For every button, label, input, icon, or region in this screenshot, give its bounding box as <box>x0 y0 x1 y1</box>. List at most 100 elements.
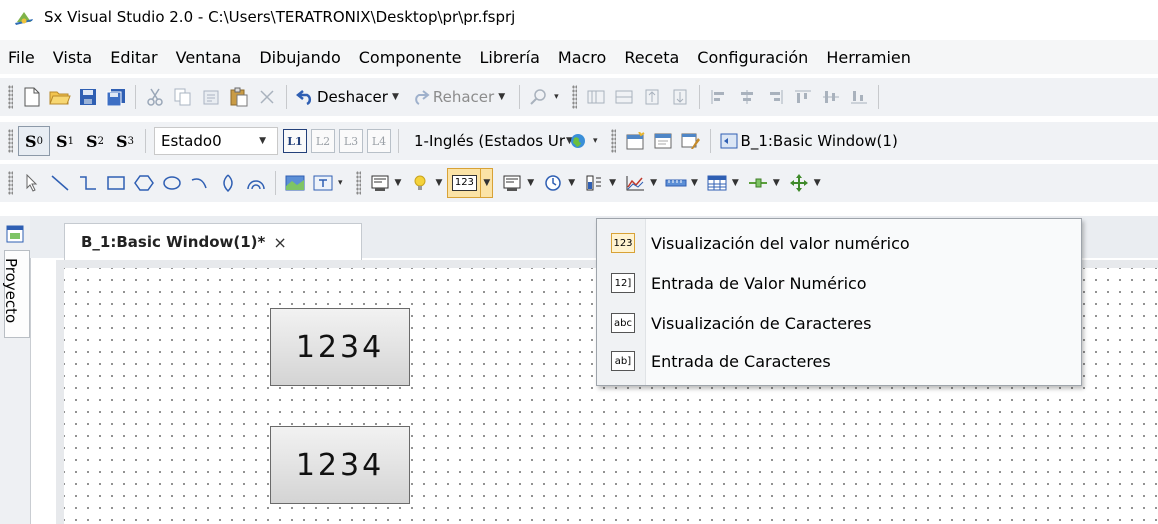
menu-editar[interactable]: Editar <box>101 48 166 67</box>
chevron-down-icon[interactable]: ▼ <box>435 178 442 188</box>
numeric-display-component[interactable]: 1234 <box>270 426 410 504</box>
state-2-button[interactable]: S2 <box>80 127 110 155</box>
state-1-button[interactable]: S1 <box>50 127 80 155</box>
curve-icon[interactable] <box>214 169 242 197</box>
arc-icon[interactable] <box>186 169 214 197</box>
new-window-icon[interactable] <box>621 127 649 155</box>
align-center-icon[interactable] <box>733 83 761 111</box>
align-left-icon[interactable] <box>705 83 733 111</box>
button-component-icon[interactable] <box>366 169 394 197</box>
toolbar-overflow-icon[interactable]: ▾ <box>593 136 598 146</box>
group-icon[interactable] <box>582 83 610 111</box>
ruler-icon[interactable] <box>662 169 690 197</box>
bring-front-icon[interactable] <box>638 83 666 111</box>
chevron-down-icon[interactable]: ▼ <box>395 178 402 188</box>
numeric-display-button[interactable]: 123 <box>447 168 482 198</box>
current-window-button[interactable]: B_1:Basic Window(1) <box>716 132 902 150</box>
find-icon[interactable] <box>525 83 553 111</box>
lamp-icon[interactable] <box>406 169 434 197</box>
ungroup-icon[interactable] <box>610 83 638 111</box>
layer-1-button[interactable]: L1 <box>283 129 307 153</box>
state-select[interactable]: Estado0 ▼ <box>154 127 278 155</box>
menu-receta[interactable]: Receta <box>615 48 688 67</box>
chevron-down-icon[interactable]: ▼ <box>392 92 399 102</box>
layer-2-button[interactable]: L2 <box>311 129 335 153</box>
align-middle-icon[interactable] <box>817 83 845 111</box>
bar-meter-icon[interactable] <box>580 169 608 197</box>
menu-item-character-input[interactable]: ab] Entrada de Caracteres <box>597 343 1081 379</box>
menu-item-numeric-input[interactable]: 12] Entrada de Valor Numérico <box>597 265 1081 301</box>
menu-dibujando[interactable]: Dibujando <box>250 48 349 67</box>
chevron-down-icon[interactable]: ▼ <box>527 178 534 188</box>
rectangle-icon[interactable] <box>102 169 130 197</box>
layer-4-button[interactable]: L4 <box>367 129 391 153</box>
close-icon[interactable]: × <box>273 233 286 252</box>
toolbar-grip[interactable] <box>8 171 13 195</box>
chevron-down-icon[interactable]: ▼ <box>481 168 494 198</box>
toolbar-grip[interactable] <box>8 85 13 109</box>
text-icon[interactable] <box>309 169 337 197</box>
layer-3-button[interactable]: L3 <box>339 129 363 153</box>
state-3-button[interactable]: S3 <box>110 127 140 155</box>
align-bottom-icon[interactable] <box>845 83 873 111</box>
document-tab[interactable]: B_1:Basic Window(1)* × <box>64 223 362 260</box>
align-top-icon[interactable] <box>789 83 817 111</box>
chevron-down-icon[interactable]: ▼ <box>498 92 505 102</box>
redo-button[interactable]: Rehacer ▼ <box>408 88 514 106</box>
menu-vista[interactable]: Vista <box>44 48 101 67</box>
numeric-display-component[interactable]: 1234 <box>270 308 410 386</box>
chevron-down-icon[interactable]: ▼ <box>568 178 575 188</box>
paste-icon[interactable] <box>225 83 253 111</box>
delete-icon[interactable] <box>253 83 281 111</box>
toolbar-grip[interactable] <box>8 129 13 153</box>
menu-configuracion[interactable]: Configuración <box>688 48 817 67</box>
toolbar-grip[interactable] <box>571 85 577 109</box>
move-icon[interactable] <box>785 169 813 197</box>
copy-format-icon[interactable] <box>197 83 225 111</box>
chevron-down-icon[interactable]: ▼ <box>732 178 739 188</box>
window-properties-icon[interactable] <box>677 127 705 155</box>
toolbar-overflow-icon[interactable]: ▾ <box>338 178 343 188</box>
pipe-icon[interactable] <box>744 169 772 197</box>
new-file-icon[interactable] <box>18 83 46 111</box>
send-back-icon[interactable] <box>666 83 694 111</box>
menu-componente[interactable]: Componente <box>350 48 471 67</box>
chevron-down-icon[interactable]: ▼ <box>650 178 657 188</box>
chevron-down-icon[interactable]: ▼ <box>814 178 821 188</box>
polyline-icon[interactable] <box>74 169 102 197</box>
toolbar-grip[interactable] <box>610 129 616 153</box>
menu-item-numeric-display[interactable]: 123 Visualización del valor numérico <box>597 225 1081 261</box>
menu-macro[interactable]: Macro <box>549 48 615 67</box>
chevron-down-icon[interactable]: ▼ <box>609 178 616 188</box>
state-0-button[interactable]: S0 <box>18 126 50 156</box>
keypad-icon[interactable] <box>498 169 526 197</box>
clock-icon[interactable] <box>539 169 567 197</box>
ellipse-icon[interactable] <box>158 169 186 197</box>
chevron-down-icon[interactable]: ▼ <box>691 178 698 188</box>
menu-herramientas[interactable]: Herramien <box>817 48 920 67</box>
menu-ventana[interactable]: Ventana <box>167 48 251 67</box>
align-right-icon[interactable] <box>761 83 789 111</box>
menu-libreria[interactable]: Librería <box>470 48 548 67</box>
line-icon[interactable] <box>46 169 74 197</box>
image-icon[interactable] <box>281 169 309 197</box>
save-icon[interactable] <box>74 83 102 111</box>
cut-icon[interactable] <box>141 83 169 111</box>
polygon-icon[interactable] <box>130 169 158 197</box>
table-icon[interactable] <box>703 169 731 197</box>
trend-chart-icon[interactable] <box>621 169 649 197</box>
pointer-icon[interactable] <box>18 169 46 197</box>
toolbar-grip[interactable] <box>355 171 361 195</box>
window-list-icon[interactable] <box>649 127 677 155</box>
chevron-down-icon[interactable]: ▼ <box>773 178 780 188</box>
language-select[interactable]: 1-Inglés (Estados Ur ▼ <box>407 127 573 155</box>
globe-icon[interactable] <box>564 127 592 155</box>
open-folder-icon[interactable] <box>46 83 74 111</box>
menu-item-character-display[interactable]: abc Visualización de Caracteres <box>597 305 1081 341</box>
sector-icon[interactable] <box>242 169 270 197</box>
copy-icon[interactable] <box>169 83 197 111</box>
toolbar-overflow-icon[interactable]: ▾ <box>554 92 559 102</box>
save-all-icon[interactable] <box>102 83 130 111</box>
menu-file[interactable]: File <box>0 48 44 67</box>
dock-window-icon[interactable] <box>6 225 24 243</box>
